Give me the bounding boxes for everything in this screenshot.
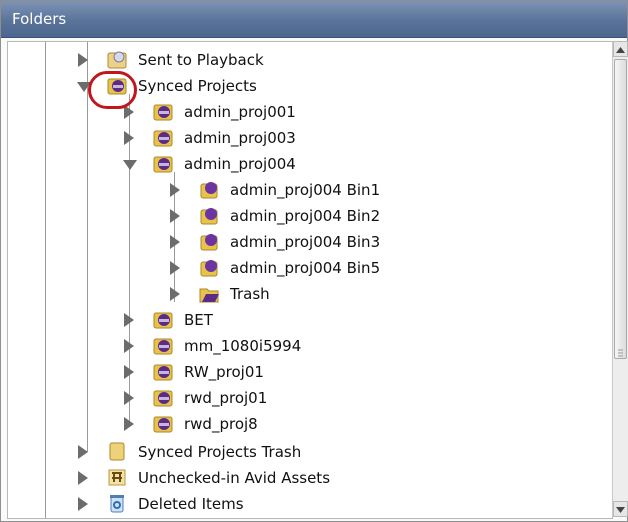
tree-item-bin1[interactable]: admin_proj004 Bin1	[8, 178, 608, 202]
expand-arrow-icon[interactable]	[78, 445, 88, 459]
tree-item-bin5[interactable]: admin_proj004 Bin5	[8, 256, 608, 280]
arrow-up-icon	[616, 47, 625, 53]
expand-arrow-icon[interactable]	[170, 235, 180, 249]
tree-item-bin3[interactable]: admin_proj004 Bin3	[8, 230, 608, 254]
expand-arrow-icon[interactable]	[124, 417, 134, 431]
expand-arrow-icon[interactable]	[124, 365, 134, 379]
highlight-circle	[88, 71, 137, 109]
playback-folder-icon	[107, 51, 127, 69]
tree-item-label: Synced Projects	[138, 77, 257, 95]
bin-icon	[200, 234, 218, 251]
panel-header: Folders	[1, 1, 627, 38]
avid-assets-icon	[108, 469, 126, 486]
project-folder-icon	[153, 130, 173, 147]
scroll-down-button[interactable]	[613, 501, 628, 517]
tree-item-trash[interactable]: Trash	[8, 282, 608, 306]
folder-tree[interactable]: Sent to Playback Synced Projects admin_p…	[7, 41, 613, 519]
project-folder-icon	[153, 390, 173, 407]
tree-item-admin-proj004[interactable]: admin_proj004	[8, 152, 608, 176]
vertical-scrollbar[interactable]	[612, 41, 628, 517]
expand-arrow-icon[interactable]	[78, 53, 88, 67]
tree-item-label: admin_proj004 Bin5	[230, 259, 381, 277]
scroll-up-button[interactable]	[613, 41, 628, 57]
tree-item-rwd-proj01[interactable]: rwd_proj01	[8, 386, 608, 410]
expand-arrow-icon[interactable]	[124, 339, 134, 353]
grip-icon	[618, 349, 623, 357]
bin-icon	[200, 208, 218, 225]
project-folder-icon	[153, 416, 173, 433]
tree-item-label: BET	[184, 311, 213, 329]
tree-item-label: admin_proj004	[184, 155, 296, 173]
tree-item-label: admin_proj004 Bin1	[230, 181, 381, 199]
tree-item-label: Unchecked-in Avid Assets	[138, 469, 331, 487]
expand-arrow-icon[interactable]	[170, 183, 180, 197]
tree-item-label: Trash	[230, 285, 270, 303]
tree-item-bet[interactable]: BET	[8, 308, 608, 332]
project-folder-icon	[153, 312, 173, 329]
tree-item-label: rwd_proj8	[184, 415, 258, 433]
expand-arrow-icon[interactable]	[124, 391, 134, 405]
expand-arrow-icon[interactable]	[124, 313, 134, 327]
folders-panel: Folders Sent to Playback Synced Projects	[0, 0, 628, 522]
tree-item-rwd-proj8[interactable]: rwd_proj8	[8, 412, 608, 436]
expand-arrow-icon[interactable]	[170, 261, 180, 275]
trash-folder-icon	[199, 288, 219, 303]
arrow-down-icon	[616, 507, 625, 513]
expand-arrow-icon[interactable]	[78, 471, 88, 485]
bin-icon	[200, 260, 218, 277]
tree-item-label: admin_proj001	[184, 103, 296, 121]
tree-item-label: RW_proj01	[184, 363, 264, 381]
tree-item-admin-proj003[interactable]: admin_proj003	[8, 126, 608, 150]
folder-icon	[109, 442, 125, 461]
tree-item-label: admin_proj004 Bin3	[230, 233, 381, 251]
tree-item-synced-projects-trash[interactable]: Synced Projects Trash	[8, 440, 608, 464]
project-folder-icon	[153, 338, 173, 355]
tree-item-label: Sent to Playback	[138, 51, 264, 69]
project-folder-icon	[153, 156, 173, 173]
tree-item-label: Deleted Items	[138, 495, 244, 513]
tree-item-sent-to-playback[interactable]: Sent to Playback	[8, 48, 608, 72]
tree-item-label: mm_1080i5994	[184, 337, 302, 355]
tree-item-unchecked-in-avid-assets[interactable]: Unchecked-in Avid Assets	[8, 466, 608, 490]
project-folder-icon	[153, 104, 173, 121]
expand-arrow-icon[interactable]	[170, 287, 180, 301]
tree-item-label: admin_proj003	[184, 129, 296, 147]
scroll-thumb[interactable]	[614, 59, 627, 359]
tree-item-bin2[interactable]: admin_proj004 Bin2	[8, 204, 608, 228]
tree-item-label: admin_proj004 Bin2	[230, 207, 381, 225]
project-folder-icon	[153, 364, 173, 381]
panel-title: Folders	[12, 10, 67, 28]
expand-arrow-icon[interactable]	[170, 209, 180, 223]
tree-item-label: rwd_proj01	[184, 389, 268, 407]
expand-arrow-icon[interactable]	[78, 497, 88, 511]
recycle-bin-icon	[110, 495, 124, 513]
tree-item-label: Synced Projects Trash	[138, 443, 302, 461]
expand-arrow-icon[interactable]	[124, 131, 134, 145]
tree-item-rw-proj01[interactable]: RW_proj01	[8, 360, 608, 384]
collapse-arrow-icon[interactable]	[123, 160, 137, 170]
bin-icon	[200, 182, 218, 199]
tree-item-deleted-items[interactable]: Deleted Items	[8, 492, 608, 516]
tree-item-mm-1080i5994[interactable]: mm_1080i5994	[8, 334, 608, 358]
